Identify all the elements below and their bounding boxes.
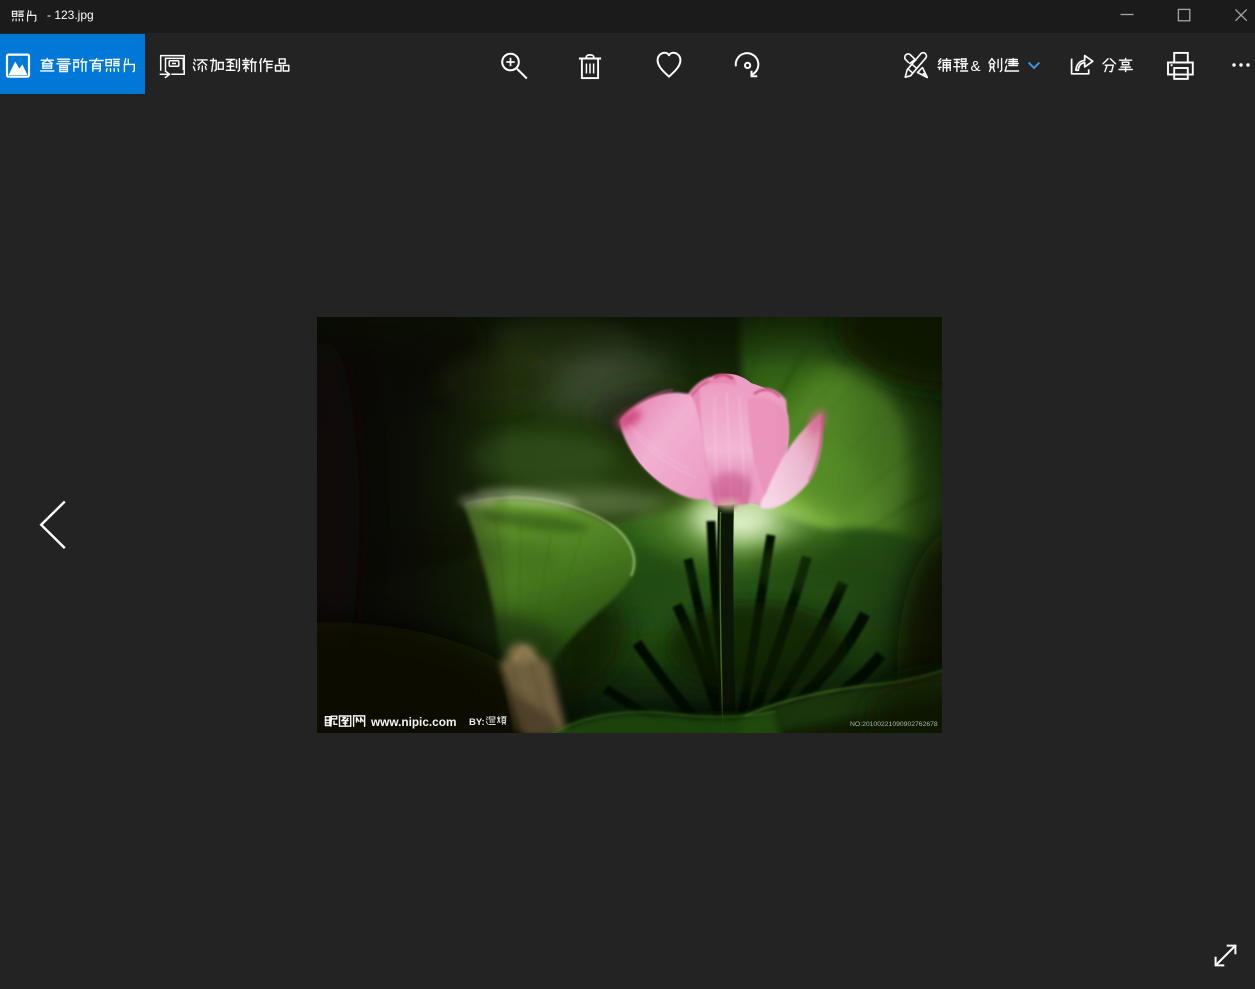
svg-text:&: & — [971, 58, 981, 75]
